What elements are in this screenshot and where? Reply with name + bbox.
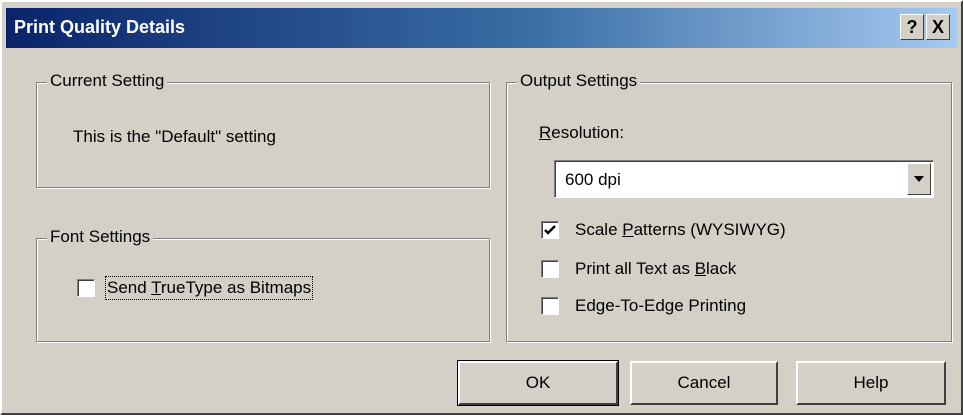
resolution-dropdown[interactable]: 600 dpi <box>554 160 934 198</box>
scale-patterns-label-suffix: atterns (WYSIWYG) <box>633 220 786 239</box>
print-text-black-checkbox[interactable] <box>541 260 559 278</box>
send-truetype-label-suffix: rueType as Bitmaps <box>160 278 312 297</box>
print-text-black-label-prefix: Print all Text as <box>575 259 695 278</box>
ok-button[interactable]: OK <box>457 360 619 406</box>
send-truetype-mnemonic: T <box>151 278 161 297</box>
print-text-black-mnemonic: B <box>694 259 707 278</box>
scale-patterns-checkbox[interactable] <box>541 221 559 239</box>
resolution-label: Resolution: <box>539 123 624 143</box>
help-button[interactable]: Help <box>796 361 946 405</box>
send-truetype-checkbox[interactable] <box>77 279 95 297</box>
close-button[interactable]: X <box>926 14 950 40</box>
cancel-button[interactable]: Cancel <box>630 361 778 405</box>
print-quality-dialog: Print Quality Details ? X Current Settin… <box>0 0 963 415</box>
scale-patterns-label[interactable]: Scale Patterns (WYSIWYG) <box>575 220 786 240</box>
current-setting-legend: Current Setting <box>47 71 168 91</box>
title-bar[interactable]: Print Quality Details ? X <box>6 8 957 48</box>
context-help-button[interactable]: ? <box>900 14 924 40</box>
resolution-value: 600 dpi <box>565 170 621 189</box>
send-truetype-label-prefix: Send <box>107 278 152 297</box>
edge-to-edge-label[interactable]: Edge-To-Edge Printing <box>575 296 746 316</box>
checkmark-icon <box>544 225 556 235</box>
current-setting-text: This is the "Default" setting <box>73 127 276 146</box>
chevron-down-icon <box>914 176 924 182</box>
print-text-black-label-suffix: lack <box>706 259 737 278</box>
scale-patterns-label-prefix: Scale <box>575 220 623 239</box>
edge-to-edge-checkbox[interactable] <box>541 297 559 315</box>
font-settings-group: Font Settings Send TrueType as Bitmaps <box>36 227 490 342</box>
resolution-label-rest: esolution: <box>551 123 625 142</box>
send-truetype-label[interactable]: Send TrueType as Bitmaps <box>104 276 314 300</box>
resolution-mnemonic: R <box>539 123 552 142</box>
scale-patterns-mnemonic: P <box>622 220 634 239</box>
output-settings-legend: Output Settings <box>517 71 641 91</box>
font-settings-legend: Font Settings <box>47 227 154 247</box>
print-text-black-label[interactable]: Print all Text as Black <box>575 259 736 279</box>
resolution-dropdown-button[interactable] <box>907 163 931 195</box>
dialog-title: Print Quality Details <box>14 17 186 37</box>
output-settings-group: Output Settings Resolution: Scale Patter… <box>506 71 952 342</box>
current-setting-group: Current Setting This is the "Default" se… <box>36 71 490 188</box>
